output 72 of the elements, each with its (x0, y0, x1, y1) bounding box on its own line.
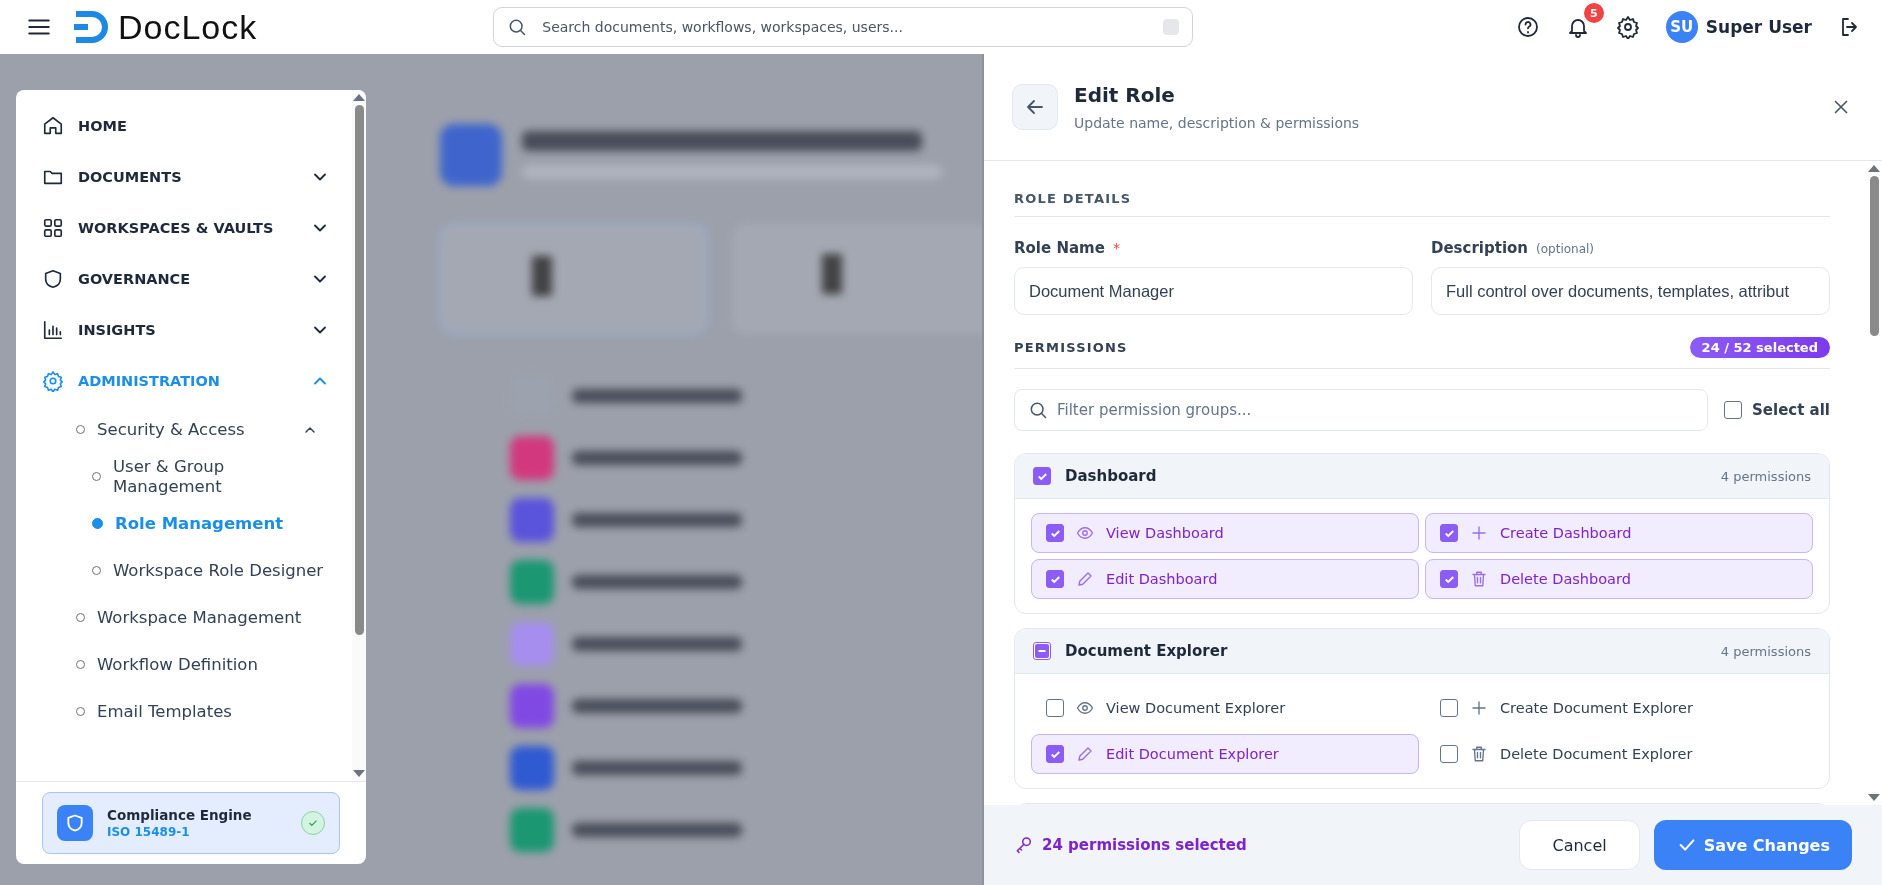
save-changes-button[interactable]: Save Changes (1653, 820, 1852, 870)
help-icon[interactable] (1515, 15, 1540, 39)
filter-field[interactable]: Filter permission groups... (1014, 389, 1708, 431)
required-mark: * (1112, 240, 1120, 256)
group-name: Dashboard (1065, 467, 1158, 485)
field-label: Description (1431, 239, 1529, 257)
plus-icon (1470, 699, 1488, 717)
trash-icon (1470, 570, 1488, 588)
settings-icon (42, 369, 64, 392)
nav-item[interactable]: WORKSPACES & VAULTS (42, 202, 352, 253)
back-button[interactable] (1012, 84, 1058, 130)
nav-item[interactable]: GOVERNANCE (42, 253, 352, 304)
pencil-icon (1076, 570, 1094, 588)
search-icon (1028, 400, 1048, 420)
key-icon (1014, 835, 1034, 855)
selection-summary: 24 permissions selected (1042, 836, 1247, 854)
optional-hint: (optional) (1536, 242, 1595, 256)
permission-option[interactable]: View Document Explorer (1031, 688, 1419, 728)
nav-item[interactable]: HOME (42, 100, 352, 151)
scrollbar[interactable] (352, 90, 366, 781)
bar-chart-icon (42, 318, 64, 341)
permission-option[interactable]: Edit Document Explorer (1031, 734, 1419, 774)
select-all-label[interactable]: Select all (1752, 401, 1830, 419)
search-icon (507, 17, 528, 37)
field-label: Role Name (1014, 239, 1105, 257)
nav-subitem[interactable]: Workspace Management (42, 594, 352, 641)
logo-wordmark: DocLock (118, 7, 258, 47)
home-icon (42, 114, 64, 137)
grid-icon (42, 216, 64, 239)
section-heading: PERMISSIONS (1014, 340, 1128, 355)
panel-subtitle: Update name, description & permissions (1074, 115, 1361, 131)
selected-count-badge: 24 / 52 selected (1689, 337, 1830, 358)
section-heading: ROLE DETAILS (1014, 191, 1132, 206)
permission-count: 4 permissions (1720, 643, 1811, 659)
permission-option[interactable]: Create Dashboard (1425, 513, 1813, 553)
permission-option[interactable]: View Dashboard (1031, 513, 1419, 553)
group-checkbox[interactable] (1033, 642, 1051, 660)
global-search-field[interactable]: Search documents, workflows, workspaces, users... (493, 7, 1194, 47)
trash-icon (1470, 745, 1488, 763)
permission-option[interactable]: Delete Document Explorer (1425, 734, 1813, 774)
plus-icon (1470, 524, 1488, 542)
shield-icon (42, 267, 64, 290)
compliance-card[interactable]: Compliance Engine ISO 15489-1 (42, 792, 340, 854)
pencil-icon (1076, 745, 1094, 763)
permission-option[interactable]: Delete Dashboard (1425, 559, 1813, 599)
nav-subitem[interactable]: Email Templates (42, 688, 352, 735)
description-field[interactable]: Full control over documents, templates, attribut (1431, 267, 1830, 315)
minus-icon (1035, 644, 1049, 658)
cancel-button[interactable]: Cancel (1519, 820, 1640, 870)
eye-icon (1076, 524, 1094, 542)
role-name-field[interactable]: Document Manager (1014, 267, 1413, 315)
user-name[interactable]: Super User (1705, 17, 1812, 37)
user-avatar[interactable]: SU (1665, 11, 1698, 43)
nav-subitem[interactable]: Security & Access (42, 406, 352, 453)
permission-option[interactable]: Edit Dashboard (1031, 559, 1419, 599)
settings-icon[interactable] (1615, 15, 1640, 39)
checkbox[interactable] (1724, 401, 1742, 419)
panel-title: Edit Role (1074, 83, 1176, 107)
nav-item[interactable]: DOCUMENTS (42, 151, 352, 202)
group-name: Document Explorer (1065, 642, 1229, 660)
group-checkbox[interactable] (1033, 467, 1051, 485)
eye-icon (1076, 699, 1094, 717)
permission-option[interactable]: Create Document Explorer (1425, 688, 1813, 728)
nav-subitem[interactable]: Workspace Role Designer (42, 547, 352, 594)
nav-item[interactable]: INSIGHTS (42, 304, 352, 355)
shield-icon (57, 805, 93, 841)
nav-subitem[interactable]: Workflow Definition (42, 641, 352, 688)
nav-subitem[interactable]: User & Group Management (42, 453, 352, 500)
compliance-title: Compliance Engine (107, 807, 253, 823)
permission-count: 4 permissions (1720, 468, 1811, 484)
compliance-standard: ISO 15489-1 (107, 825, 191, 839)
notification-count: 5 (1583, 3, 1604, 23)
